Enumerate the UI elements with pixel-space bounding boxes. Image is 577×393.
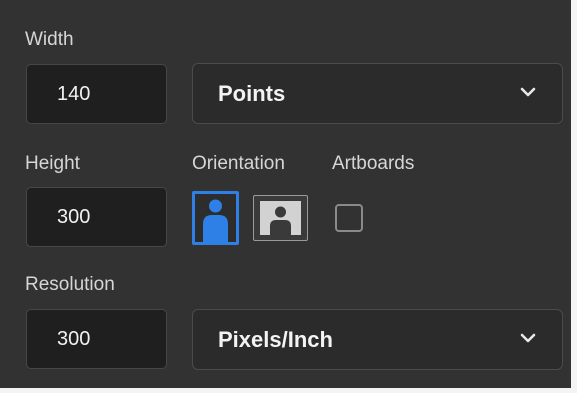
portrait-orientation-button[interactable] [192,191,239,245]
window-frame-edge [571,0,577,393]
height-label: Height [25,153,80,174]
landscape-orientation-button[interactable] [253,195,308,241]
landscape-person-icon [260,201,301,235]
width-unit-value: Points [218,81,286,106]
window-frame-edge [0,388,577,393]
resolution-input[interactable]: 300 [26,309,167,369]
new-document-settings-panel: Width 140 Points Height Orientation Artb… [0,0,577,393]
artboards-label: Artboards [332,153,415,174]
resolution-unit-select[interactable]: Pixels/Inch [192,309,563,370]
height-input[interactable]: 300 [26,187,167,247]
resolution-label: Resolution [25,274,115,295]
artboards-checkbox[interactable] [335,204,363,232]
resolution-unit-value: Pixels/Inch [218,327,333,352]
portrait-person-icon [203,199,228,242]
orientation-label: Orientation [192,153,285,174]
chevron-down-icon [520,87,536,97]
chevron-down-icon [520,333,536,343]
width-label: Width [25,29,74,50]
width-unit-select[interactable]: Points [192,63,563,124]
width-input[interactable]: 140 [26,64,167,124]
